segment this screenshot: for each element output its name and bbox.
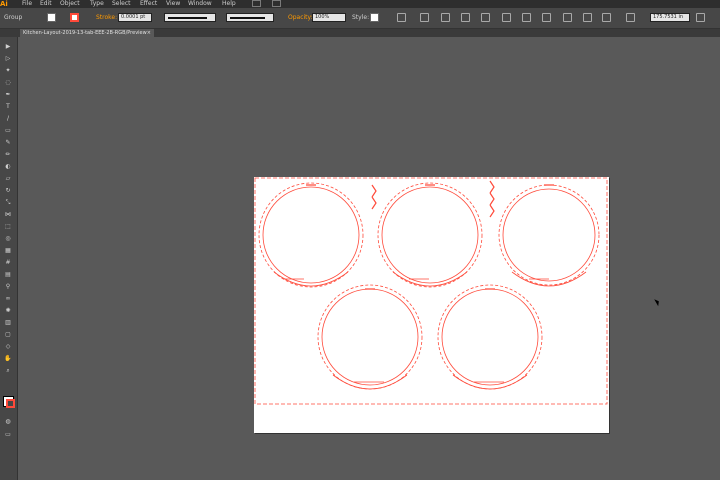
menu-select[interactable]: Select bbox=[112, 0, 131, 8]
pen-tool-icon[interactable]: ✒ bbox=[3, 91, 13, 98]
bridge-icon[interactable] bbox=[252, 0, 261, 7]
menu-window[interactable]: Window bbox=[188, 0, 212, 8]
menu-bar: Ai File Edit Object Type Select Effect V… bbox=[0, 0, 720, 8]
constrain-proportions-icon[interactable] bbox=[696, 13, 705, 22]
document-tab[interactable]: Kitchen-Layout-2019-13-tab-EEE-2B-RGB/Pr… bbox=[20, 29, 154, 37]
document-tab-title: Kitchen-Layout-2019-13-tab-EEE-2B-RGB/Pr… bbox=[23, 30, 147, 36]
document-tab-bar: Kitchen-Layout-2019-13-tab-EEE-2B-RGB/Pr… bbox=[0, 29, 720, 37]
free-transform-tool-icon[interactable]: ⬚ bbox=[3, 223, 13, 230]
menu-type[interactable]: Type bbox=[90, 0, 104, 8]
perspective-grid-tool-icon[interactable]: ▦ bbox=[3, 247, 13, 254]
rotate-tool-icon[interactable]: ↻ bbox=[3, 187, 13, 194]
gradient-tool-icon[interactable]: ▤ bbox=[3, 271, 13, 278]
app-logo: Ai bbox=[0, 0, 8, 8]
eyedropper-tool-icon[interactable]: ⚲ bbox=[3, 283, 13, 290]
style-label: Style: bbox=[352, 14, 370, 21]
brush-definition-dropdown[interactable] bbox=[226, 13, 274, 22]
type-tool-icon[interactable]: T bbox=[3, 103, 13, 110]
fill-swatch[interactable] bbox=[47, 13, 56, 22]
distribute-icon[interactable] bbox=[542, 13, 551, 22]
eraser-tool-icon[interactable]: ▱ bbox=[3, 175, 13, 182]
line-tool-icon[interactable]: / bbox=[3, 115, 13, 122]
control-bar: Group Stroke: 0.0001 pt Opacity: 100% St… bbox=[0, 8, 720, 29]
width-tool-icon[interactable]: ⋈ bbox=[3, 211, 13, 218]
direct-selection-tool-icon[interactable]: ▷ bbox=[3, 55, 13, 62]
menu-edit[interactable]: Edit bbox=[40, 0, 52, 8]
symbol-sprayer-tool-icon[interactable]: ✺ bbox=[3, 307, 13, 314]
stroke-color-icon[interactable] bbox=[6, 399, 15, 408]
menu-view[interactable]: View bbox=[166, 0, 180, 8]
lasso-tool-icon[interactable]: ◌ bbox=[3, 79, 13, 86]
tools-panel: ▶ ▷ ✦ ◌ ✒ T / ▭ ✎ ✏ ◐ ▱ ↻ ⤡ ⋈ ⬚ ◎ ▦ # ▤ … bbox=[0, 37, 18, 480]
scale-tool-icon[interactable]: ⤡ bbox=[3, 199, 13, 206]
menu-effect[interactable]: Effect bbox=[140, 0, 157, 8]
opacity-label[interactable]: Opacity: bbox=[288, 14, 313, 21]
align-middle-icon[interactable] bbox=[502, 13, 511, 22]
align-center-icon[interactable] bbox=[441, 13, 450, 22]
width-field[interactable]: 175.7531 in bbox=[650, 13, 690, 22]
menu-help[interactable]: Help bbox=[222, 0, 236, 8]
close-tab-icon[interactable]: × bbox=[147, 29, 151, 37]
stroke-label[interactable]: Stroke: bbox=[96, 14, 117, 21]
arrange-documents-icon[interactable] bbox=[272, 0, 281, 7]
blend-tool-icon[interactable]: ∞ bbox=[3, 295, 13, 302]
align-top-icon[interactable] bbox=[481, 13, 490, 22]
recolor-artwork-icon[interactable] bbox=[397, 13, 406, 22]
stroke-weight-field[interactable]: 0.0001 pt bbox=[118, 13, 152, 22]
draw-mode-icon[interactable]: ◍ bbox=[3, 418, 13, 425]
align-to-icon[interactable] bbox=[602, 13, 611, 22]
artboard[interactable] bbox=[254, 177, 609, 433]
graphic-style-swatch[interactable] bbox=[370, 13, 379, 22]
selection-type-label: Group bbox=[4, 14, 23, 21]
selection-tool-icon[interactable]: ▶ bbox=[3, 43, 13, 50]
screen-mode-icon[interactable]: ▭ bbox=[3, 431, 13, 438]
column-graph-tool-icon[interactable]: ▥ bbox=[3, 319, 13, 326]
artboard-tool-icon[interactable]: ▢ bbox=[3, 331, 13, 338]
artwork-outlines bbox=[254, 177, 608, 405]
shape-builder-tool-icon[interactable]: ◎ bbox=[3, 235, 13, 242]
mesh-tool-icon[interactable]: # bbox=[3, 259, 13, 266]
align-right-icon[interactable] bbox=[461, 13, 470, 22]
zoom-tool-icon[interactable]: ⌕ bbox=[3, 367, 13, 374]
menu-file[interactable]: File bbox=[22, 0, 32, 8]
distribute-vertical-icon[interactable] bbox=[563, 13, 572, 22]
ornament-circles bbox=[258, 182, 600, 390]
align-left-icon[interactable] bbox=[420, 13, 429, 22]
stroke-swatch[interactable] bbox=[70, 13, 79, 22]
align-bottom-icon[interactable] bbox=[522, 13, 531, 22]
rectangle-tool-icon[interactable]: ▭ bbox=[3, 127, 13, 134]
hand-tool-icon[interactable]: ✋ bbox=[3, 355, 13, 362]
transform-reference-icon[interactable] bbox=[626, 13, 635, 22]
distribute-horizontal-icon[interactable] bbox=[583, 13, 592, 22]
pencil-tool-icon[interactable]: ✏ bbox=[3, 151, 13, 158]
magic-wand-tool-icon[interactable]: ✦ bbox=[3, 67, 13, 74]
cut-boundary bbox=[254, 177, 608, 405]
menu-object[interactable]: Object bbox=[60, 0, 80, 8]
mouse-pointer-icon bbox=[654, 297, 661, 307]
variable-width-profile-dropdown[interactable] bbox=[164, 13, 216, 22]
opacity-field[interactable]: 100% bbox=[312, 13, 346, 22]
blob-brush-tool-icon[interactable]: ◐ bbox=[3, 163, 13, 170]
paintbrush-tool-icon[interactable]: ✎ bbox=[3, 139, 13, 146]
slice-tool-icon[interactable]: ◇ bbox=[3, 343, 13, 350]
